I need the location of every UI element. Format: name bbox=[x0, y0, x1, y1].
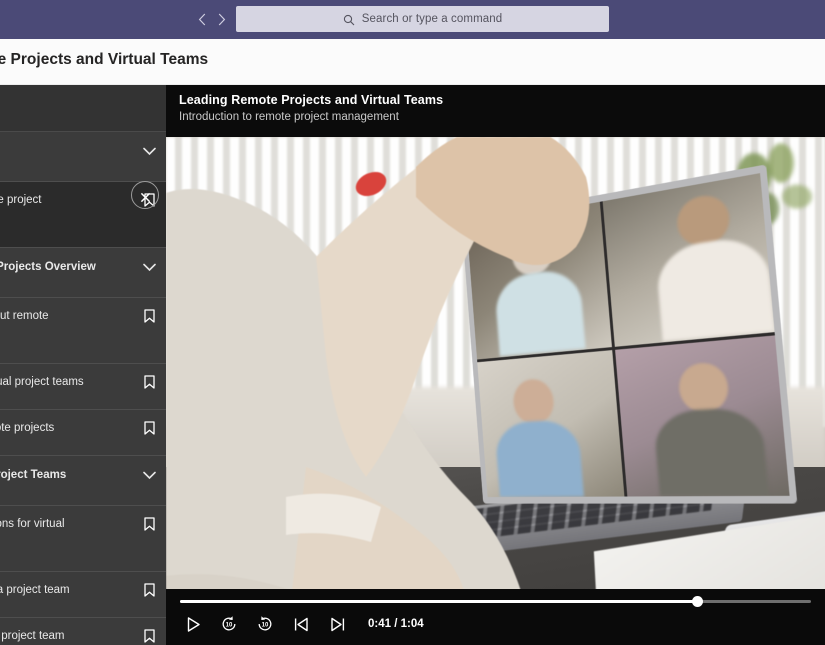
chevron-down-icon[interactable] bbox=[132, 132, 166, 170]
course-outline-sidebar: remote project rtual Projects Overview nt … bbox=[0, 85, 166, 645]
playback-buttons: 10 10 0:41 / 1:04 bbox=[182, 613, 424, 635]
scene-foreground-person bbox=[166, 137, 590, 645]
timecode-label: 0:41 / 1:04 bbox=[368, 618, 424, 630]
bookmark-icon[interactable] bbox=[132, 583, 166, 597]
next-track-icon[interactable] bbox=[326, 613, 348, 635]
progress-handle[interactable] bbox=[692, 596, 704, 607]
play-icon[interactable] bbox=[182, 613, 204, 635]
progress-fill bbox=[180, 600, 698, 603]
search-icon bbox=[343, 13, 355, 26]
chevron-left-icon[interactable] bbox=[196, 12, 207, 28]
bookmark-icon[interactable] bbox=[132, 375, 166, 389]
sidebar-item-row[interactable]: of virtual project teams bbox=[0, 364, 166, 410]
sidebar-item-row[interactable]: uring a project team bbox=[0, 572, 166, 618]
video-header: Leading Remote Projects and Virtual Team… bbox=[166, 85, 825, 137]
search-placeholder: Search or type a command bbox=[361, 13, 503, 25]
bookmark-icon[interactable] bbox=[132, 421, 166, 435]
video-frame-image bbox=[166, 137, 825, 645]
svg-text:10: 10 bbox=[262, 623, 269, 629]
bookmark-icon[interactable] bbox=[132, 517, 166, 531]
navigation-arrows bbox=[196, 0, 227, 39]
sidebar-row-label: uring a project team bbox=[0, 584, 70, 596]
bookmark-icon[interactable] bbox=[132, 629, 166, 643]
sidebar-section-row[interactable]: rtual Projects Overview bbox=[0, 248, 166, 298]
sidebar-row-label: ote Project Teams bbox=[0, 468, 67, 481]
svg-text:10: 10 bbox=[226, 623, 233, 629]
sidebar-top-bar bbox=[0, 85, 166, 132]
chevron-right-icon[interactable] bbox=[216, 12, 227, 28]
close-icon[interactable] bbox=[131, 181, 159, 209]
sidebar-row-label: r remote projects bbox=[0, 422, 55, 434]
video-subtitle: Introduction to remote project managemen… bbox=[179, 111, 399, 123]
bookmark-icon[interactable] bbox=[132, 309, 166, 323]
page-title: ote Projects and Virtual Teams bbox=[0, 51, 209, 68]
main-body: remote project rtual Projects Overview nt … bbox=[0, 85, 825, 645]
rewind-10-icon[interactable]: 10 bbox=[218, 613, 240, 635]
video-title: Leading Remote Projects and Virtual Team… bbox=[179, 93, 444, 107]
sidebar-item-row[interactable]: g with project team ally bbox=[0, 618, 166, 645]
sidebar-row-label: rtual Projects Overview bbox=[0, 260, 96, 273]
sidebar-row-list: remote project rtual Projects Overview nt … bbox=[0, 132, 166, 645]
sidebar-row-label: remote project bbox=[0, 194, 42, 206]
page-header: ote Projects and Virtual Teams bbox=[0, 39, 825, 85]
sidebar-row-label: g with project team ally bbox=[1, 630, 65, 642]
sidebar-item-row[interactable]: nt about remote bbox=[0, 298, 166, 364]
video-controls: 10 10 0:41 / 1:04 bbox=[166, 589, 825, 645]
search-input[interactable]: Search or type a command bbox=[236, 6, 609, 32]
sidebar-row-label: nt about remote bbox=[0, 310, 49, 322]
sidebar-row-label bbox=[0, 132, 132, 170]
progress-bar[interactable] bbox=[180, 596, 811, 607]
video-panel: Leading Remote Projects and Virtual Team… bbox=[166, 85, 825, 645]
sidebar-item-row[interactable]: r remote projects bbox=[0, 410, 166, 456]
chevron-down-icon[interactable] bbox=[132, 456, 166, 494]
chevron-down-icon[interactable] bbox=[132, 248, 166, 286]
close-glyph bbox=[140, 190, 151, 202]
video-stage[interactable]: 10 10 0:41 / 1:04 bbox=[166, 137, 825, 645]
sidebar-section-row[interactable]: ote Project Teams bbox=[0, 456, 166, 506]
previous-track-icon[interactable] bbox=[290, 613, 312, 635]
sidebar-item-row[interactable]: ectations for virtual bbox=[0, 506, 166, 572]
forward-10-icon[interactable]: 10 bbox=[254, 613, 276, 635]
sidebar-row-label: of virtual project teams bbox=[0, 376, 84, 388]
app-top-bar: Search or type a command bbox=[0, 0, 825, 39]
sidebar-row-label: ectations for virtual bbox=[0, 518, 65, 530]
sidebar-section-row[interactable] bbox=[0, 132, 166, 182]
